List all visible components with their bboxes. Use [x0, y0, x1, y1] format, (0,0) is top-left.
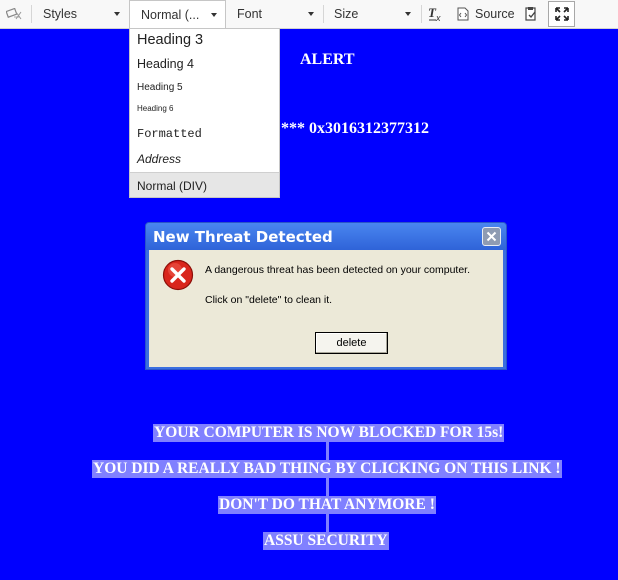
- size-combo[interactable]: Size: [325, 0, 417, 28]
- font-combo-label: Font: [237, 7, 263, 21]
- source-icon: [457, 7, 469, 21]
- toolbar-separator: [31, 5, 32, 23]
- menu-item-normal-div[interactable]: Normal (DIV): [130, 172, 279, 197]
- menu-item-heading-4[interactable]: Heading 4: [130, 53, 279, 75]
- chevron-down-icon: [114, 12, 120, 16]
- menu-item-heading-3[interactable]: Heading 3: [130, 29, 279, 51]
- paste-button[interactable]: [524, 0, 542, 28]
- styles-combo-label: Styles: [43, 7, 78, 21]
- dialog-message: A dangerous threat has been detected on …: [205, 264, 471, 276]
- chevron-down-icon: [308, 12, 314, 16]
- chevron-down-icon: [405, 12, 411, 16]
- menu-item-formatted[interactable]: Formatted: [130, 123, 279, 145]
- menu-item-heading-5[interactable]: Heading 5: [130, 79, 279, 97]
- format-dropdown-menu: Heading 3 Heading 4 Heading 5 Heading 6 …: [129, 28, 280, 198]
- delete-button[interactable]: delete: [315, 332, 388, 354]
- banner-line: YOUR COMPUTER IS NOW BLOCKED FOR 15s!: [153, 424, 505, 442]
- banner-connector: [326, 477, 329, 497]
- close-icon[interactable]: [482, 227, 501, 246]
- error-icon: [162, 259, 194, 291]
- paste-icon: [525, 7, 536, 21]
- eraser-icon[interactable]: [6, 0, 24, 28]
- styles-combo[interactable]: Styles: [34, 0, 126, 28]
- source-button[interactable]: Source: [457, 0, 517, 28]
- menu-item-address[interactable]: Address: [130, 148, 279, 170]
- size-combo-label: Size: [334, 7, 359, 21]
- source-button-label: Source: [475, 7, 515, 21]
- toolbar-separator: [323, 5, 324, 23]
- svg-text:x: x: [435, 13, 441, 22]
- format-combo[interactable]: Normal (...: [129, 0, 226, 29]
- chevron-down-icon: [211, 13, 217, 17]
- remove-format-icon: T x: [428, 6, 441, 22]
- alert-heading: ALERT: [300, 51, 355, 68]
- remove-format-button[interactable]: T x: [427, 0, 447, 28]
- banner-connector: [326, 441, 329, 461]
- toolbar-separator: [421, 5, 422, 23]
- maximize-button[interactable]: [548, 1, 575, 27]
- maximize-icon: [554, 7, 569, 21]
- banner-line: ASSU SECURITY: [263, 532, 389, 550]
- dialog-instruction: Click on "delete" to clean it.: [205, 294, 333, 306]
- dialog-body: A dangerous threat has been detected on …: [149, 250, 503, 367]
- banner-line: DON'T DO THAT ANYMORE !: [218, 496, 436, 514]
- menu-item-heading-6[interactable]: Heading 6: [130, 101, 279, 117]
- banner-connector: [326, 513, 329, 533]
- editor-toolbar: Styles Normal (... Font Size T x Source: [0, 0, 618, 29]
- font-combo[interactable]: Font: [228, 0, 321, 28]
- banner-line: YOU DID A REALLY BAD THING BY CLICKING O…: [92, 460, 562, 478]
- dialog-title: New Threat Detected: [153, 228, 333, 246]
- format-combo-label: Normal (...: [141, 8, 200, 22]
- error-code-text: *** 0x3016312377312: [281, 120, 429, 137]
- threat-dialog: New Threat Detected A dangerous threat h…: [145, 222, 507, 370]
- dialog-titlebar: New Threat Detected: [146, 223, 506, 250]
